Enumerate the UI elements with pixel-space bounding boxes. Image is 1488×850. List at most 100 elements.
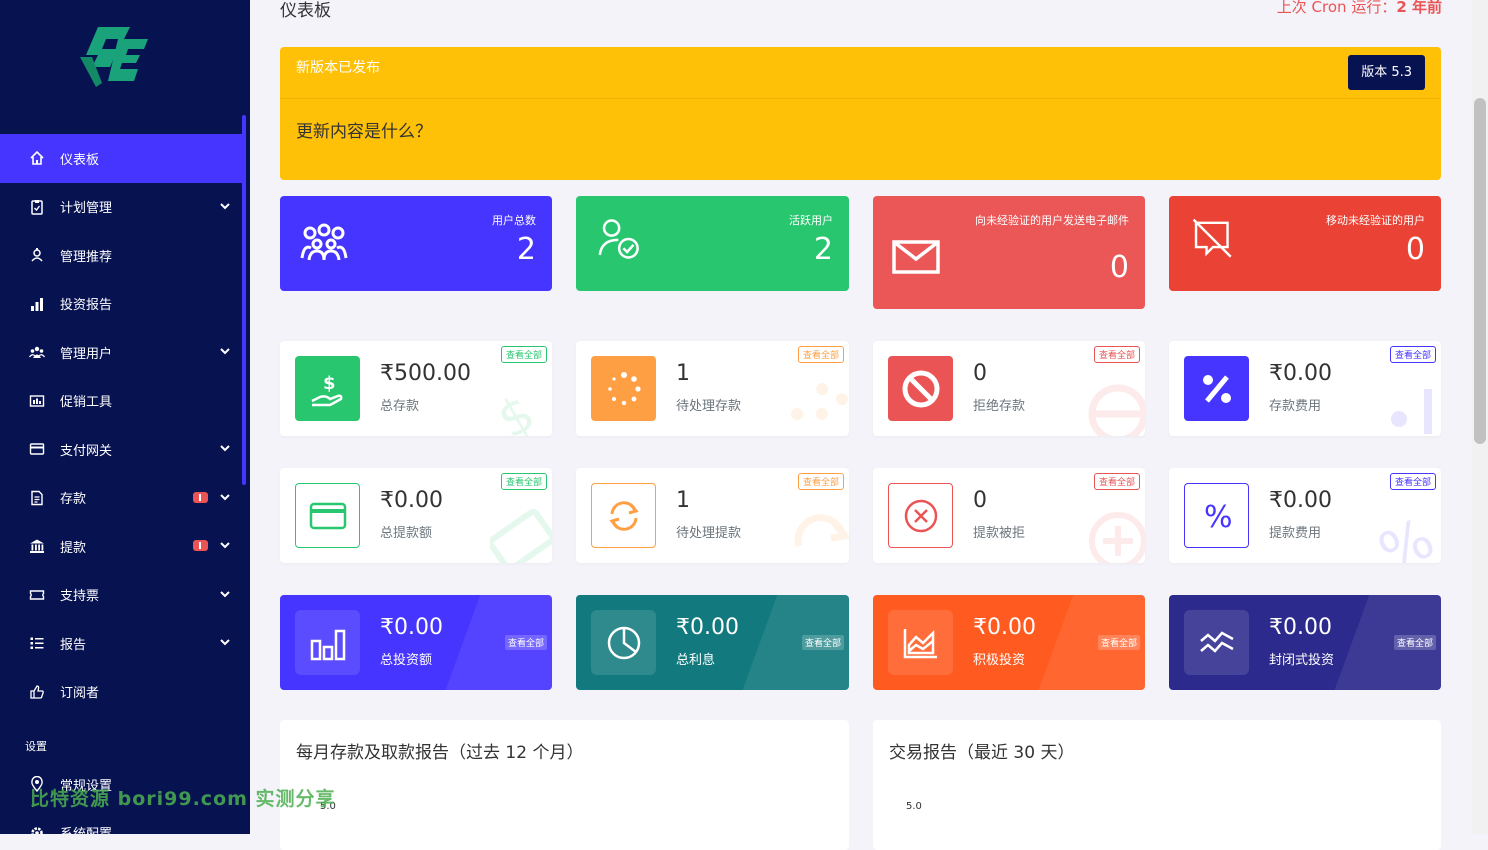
card-active-investment[interactable]: ₹0.00 积极投资 查看全部 bbox=[873, 595, 1145, 690]
card-label: 存款费用 bbox=[1269, 399, 1322, 414]
view-all-link[interactable]: 查看全部 bbox=[500, 473, 547, 490]
card-value: ₹0.00 bbox=[676, 615, 739, 640]
bar-chart-icon bbox=[28, 295, 46, 313]
percent-watermark-icon bbox=[1391, 389, 1432, 434]
view-all-link[interactable]: 查看全部 bbox=[504, 635, 547, 650]
sidebar-menu: 仪表板 计划管理 管理推荐 投资报告 管理用户 促销工具 支付网关 存款 提款 … bbox=[0, 134, 243, 716]
view-all-link[interactable]: 查看全部 bbox=[1393, 635, 1436, 650]
card-label: 积极投资 bbox=[973, 653, 1026, 668]
bank-icon bbox=[28, 537, 46, 555]
card-label: 待处理存款 bbox=[676, 399, 742, 414]
logo-icon[interactable] bbox=[78, 25, 150, 89]
view-all-link[interactable]: 查看全部 bbox=[500, 346, 547, 363]
users-icon bbox=[28, 343, 46, 361]
card-total-investment[interactable]: ₹0.00 总投资额 查看全部 bbox=[280, 595, 552, 690]
card-value: ₹0.00 bbox=[380, 488, 443, 513]
card-label: 总存款 bbox=[380, 399, 420, 414]
stat-label: 活跃用户 bbox=[789, 214, 833, 227]
view-all-link[interactable]: 查看全部 bbox=[797, 346, 844, 363]
card-label: 总投资额 bbox=[380, 653, 433, 668]
spinner-watermark-icon bbox=[791, 383, 848, 420]
card-value: 0 bbox=[973, 488, 987, 513]
card-total-withdraw[interactable]: ₹0.00 总提款额 查看全部 bbox=[280, 468, 552, 563]
card-withdraw-fee[interactable]: % ₹0.00 提款费用 查看全部 % bbox=[1169, 468, 1441, 563]
stat-value: 2 bbox=[516, 232, 536, 267]
report-monthly-deposit-withdraw: 每月存款及取款报告（过去 12 个月） 5.0 bbox=[280, 720, 849, 850]
view-all-link[interactable]: 查看全部 bbox=[1389, 346, 1436, 363]
sidebar-item-label: 支付网关 bbox=[60, 443, 113, 459]
sidebar-item-investment-report[interactable]: 投资报告 bbox=[0, 280, 243, 329]
page-scrollbar-thumb[interactable] bbox=[1474, 98, 1486, 444]
report-title: 交易报告（最近 30 天） bbox=[889, 743, 1075, 763]
card-closed-investment[interactable]: ₹0.00 封闭式投资 查看全部 bbox=[1169, 595, 1441, 690]
sidebar-item-promo-tools[interactable]: 促销工具 bbox=[0, 377, 243, 426]
sidebar-item-label: 存款 bbox=[60, 492, 87, 508]
card-value: 1 bbox=[676, 488, 690, 513]
card-rejected-deposit[interactable]: 0 拒绝存款 查看全部 bbox=[873, 341, 1145, 436]
sync-icon bbox=[591, 483, 656, 548]
stat-label: 移动未经验证的用户 bbox=[1326, 214, 1425, 227]
card-pending-deposit[interactable]: 1 待处理存款 查看全部 bbox=[576, 341, 849, 436]
card-rejected-withdraw[interactable]: 0 提款被拒 查看全部 bbox=[873, 468, 1145, 563]
sidebar-item-dashboard[interactable]: 仪表板 bbox=[0, 134, 243, 183]
chevron-down-icon bbox=[220, 542, 230, 549]
svg-text:%: % bbox=[1204, 500, 1233, 535]
stat-active-users[interactable]: 活跃用户 2 bbox=[576, 196, 849, 291]
notice-body[interactable]: 更新内容是什么？ bbox=[296, 117, 432, 142]
view-all-link[interactable]: 查看全部 bbox=[1389, 473, 1436, 490]
sidebar-item-deposits[interactable]: 存款 bbox=[0, 474, 243, 523]
sync-watermark-icon bbox=[794, 514, 849, 547]
sidebar-item-withdrawals[interactable]: 提款 bbox=[0, 522, 243, 571]
credit-card-icon bbox=[28, 440, 46, 458]
stat-value: 0 bbox=[1405, 232, 1425, 267]
sidebar-item-label: 系统配置 bbox=[60, 823, 112, 834]
thumbs-up-icon bbox=[28, 683, 46, 701]
chart-bar-icon bbox=[295, 610, 360, 675]
stat-value: 0 bbox=[1109, 250, 1129, 285]
card-deposit-fee[interactable]: ₹0.00 存款费用 查看全部 bbox=[1169, 341, 1441, 436]
watermark-text: 比特资源 bori99.com 实测分享 bbox=[30, 788, 336, 810]
spinner-icon bbox=[591, 356, 656, 421]
sidebar-item-support-tickets[interactable]: 支持票 bbox=[0, 571, 243, 620]
svg-text:$: $ bbox=[323, 373, 336, 394]
chevron-down-icon bbox=[220, 590, 230, 597]
sidebar-item-manage-users[interactable]: 管理用户 bbox=[0, 328, 243, 377]
sidebar-item-payment-gateways[interactable]: 支付网关 bbox=[0, 425, 243, 474]
sidebar-item-system-config[interactable]: 系统配置 bbox=[0, 809, 243, 834]
sidebar-item-subscribers[interactable]: 订阅者 bbox=[0, 668, 243, 717]
hand-dollar-icon: $ bbox=[295, 356, 360, 421]
notice-title: 新版本已发布 bbox=[296, 60, 380, 76]
card-pending-withdraw[interactable]: 1 待处理提款 查看全部 bbox=[576, 468, 849, 563]
view-all-link[interactable]: 查看全部 bbox=[797, 473, 844, 490]
chevron-down-icon bbox=[220, 348, 230, 355]
version-button[interactable]: 版本 5.3 bbox=[1348, 55, 1425, 90]
card-total-interest[interactable]: ₹0.00 总利息 查看全部 bbox=[576, 595, 849, 690]
view-all-link[interactable]: 查看全部 bbox=[1093, 473, 1140, 490]
stat-mobile-unverified[interactable]: 移动未经验证的用户 0 bbox=[1169, 196, 1441, 291]
sidebar-item-label: 管理推荐 bbox=[60, 249, 113, 265]
view-all-link[interactable]: 查看全部 bbox=[1097, 635, 1140, 650]
stat-label: 向未经验证的用户发送电子邮件 bbox=[975, 214, 1129, 227]
card-value: 0 bbox=[973, 361, 987, 386]
card-label: 提款费用 bbox=[1269, 526, 1322, 541]
page-title: 仪表板 bbox=[280, 1, 331, 21]
svg-text:$: $ bbox=[490, 384, 544, 436]
stat-total-users[interactable]: 用户总数 2 bbox=[280, 196, 552, 291]
view-all-link[interactable]: 查看全部 bbox=[1093, 346, 1140, 363]
sidebar-item-label: 报告 bbox=[60, 637, 87, 653]
promo-icon bbox=[28, 392, 46, 410]
y-axis-tick: 5.0 bbox=[906, 801, 922, 812]
chevron-down-icon bbox=[220, 202, 230, 209]
card-total-deposit[interactable]: $ ₹500.00 总存款 查看全部 $ bbox=[280, 341, 552, 436]
gear-icon bbox=[28, 824, 46, 834]
sidebar-item-reports[interactable]: 报告 bbox=[0, 619, 243, 668]
stat-email-unverified[interactable]: 向未经验证的用户发送电子邮件 0 bbox=[873, 196, 1145, 309]
comment-slash-icon bbox=[1192, 218, 1232, 258]
view-all-link[interactable]: 查看全部 bbox=[801, 635, 844, 650]
sidebar-item-plan-management[interactable]: 计划管理 bbox=[0, 183, 243, 232]
stat-label: 用户总数 bbox=[492, 214, 536, 227]
ban-icon bbox=[888, 356, 953, 421]
sidebar-item-referrals[interactable]: 管理推荐 bbox=[0, 231, 243, 280]
home-icon bbox=[28, 149, 46, 167]
sidebar-item-label: 管理用户 bbox=[60, 346, 113, 362]
